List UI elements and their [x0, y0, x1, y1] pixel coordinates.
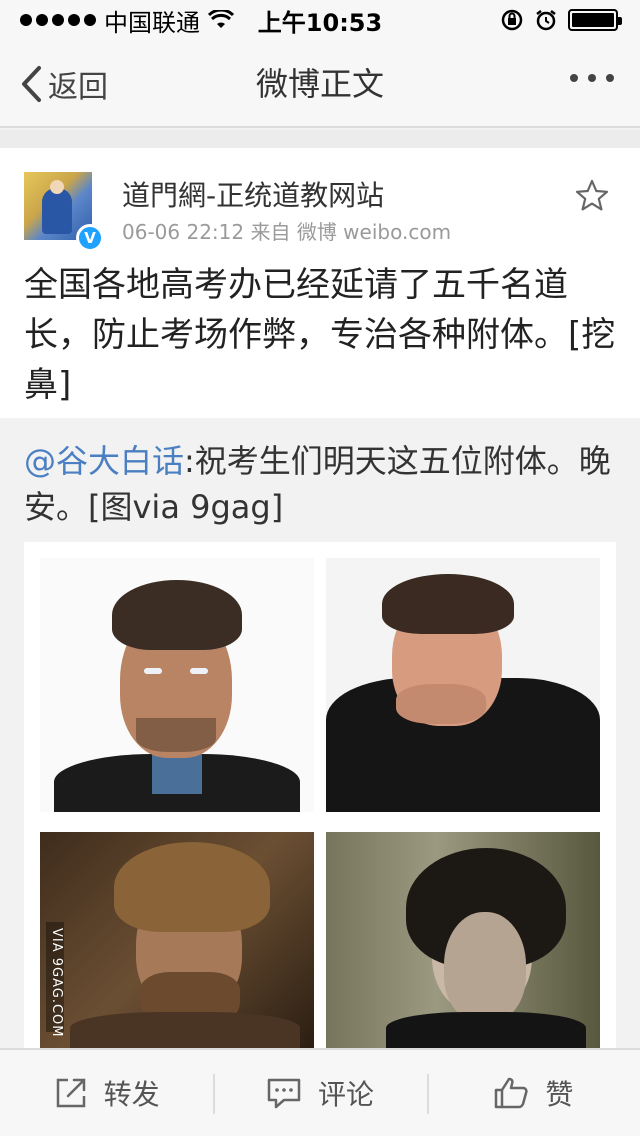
repost-button[interactable]: 转发 [0, 1050, 213, 1136]
thumbs-up-icon [495, 1077, 528, 1109]
retweeted-post[interactable]: @谷大白话:祝考生们明天这五位附体。晚安。[图via 9gag] VIA 9GA… [0, 418, 640, 1048]
like-button[interactable]: 赞 [426, 1050, 640, 1136]
image-tile [40, 558, 314, 812]
page-title: 微博正文 [255, 65, 384, 103]
wifi-icon [208, 10, 234, 28]
navigation-bar: 返回 微博正文 [0, 40, 640, 128]
post-image[interactable]: VIA 9GAG.COM [24, 542, 616, 1048]
signal-strength-icon [20, 14, 96, 26]
bottom-toolbar: 转发 评论 赞 [0, 1048, 640, 1136]
orientation-lock-icon [501, 9, 523, 31]
status-left: 中国联通 [20, 3, 234, 38]
star-icon[interactable] [574, 178, 610, 214]
section-divider [0, 130, 640, 148]
alarm-icon [536, 10, 556, 31]
verified-badge: V [76, 224, 104, 252]
weibo-post: V 道門網-正统道教网站 06-06 22:12 来自 微博 weibo.com… [0, 148, 640, 418]
more-button[interactable] [570, 74, 614, 82]
image-tile [326, 558, 600, 812]
carrier-name: 中国联通 [104, 8, 200, 37]
ellipsis-icon [570, 74, 578, 82]
status-right [500, 8, 622, 32]
retweet-text: @谷大白话:祝考生们明天这五位附体。晚安。[图via 9gag] [24, 438, 616, 530]
mention-link[interactable]: @谷大白话 [24, 442, 184, 480]
image-tile [40, 832, 314, 1048]
repost-label: 转发 [103, 1078, 160, 1111]
author-name[interactable]: 道門網-正统道教网站 [122, 174, 384, 214]
image-tile [326, 832, 600, 1048]
speech-bubble-icon [267, 1078, 301, 1109]
image-watermark: VIA 9GAG.COM [49, 928, 64, 1038]
comment-button[interactable]: 评论 [213, 1050, 426, 1136]
post-meta: 06-06 22:12 来自 微博 weibo.com [122, 220, 452, 244]
comment-label: 评论 [317, 1078, 374, 1111]
like-label: 赞 [545, 1078, 574, 1111]
battery-icon [568, 9, 622, 31]
post-text: 全国各地高考办已经延请了五千名道长，防止考场作弊，专治各种附体。[挖鼻] [24, 265, 616, 405]
status-bar: 中国联通 上午10:53 [0, 0, 640, 40]
share-arrow-icon [56, 1078, 85, 1108]
